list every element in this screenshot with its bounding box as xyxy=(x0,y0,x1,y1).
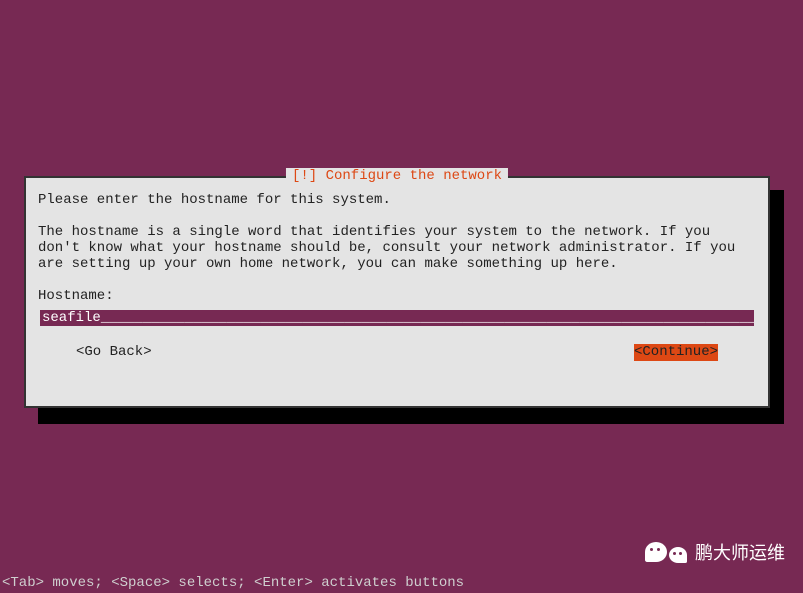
wechat-icon xyxy=(645,541,687,563)
input-fill: ________________________________________… xyxy=(101,310,754,326)
hostname-value: seafile xyxy=(42,310,101,326)
hostname-label: Hostname: xyxy=(38,288,756,304)
go-back-button[interactable]: <Go Back> xyxy=(76,344,152,360)
watermark-text: 鹏大师运维 xyxy=(695,539,785,565)
button-row: <Go Back> <Continue> xyxy=(38,344,756,360)
dialog-content: Please enter the hostname for this syste… xyxy=(26,178,768,371)
dialog-title: [!] Configure the network xyxy=(292,168,502,184)
description-text: The hostname is a single word that ident… xyxy=(38,224,756,272)
configure-network-dialog: [!] Configure the network Please enter t… xyxy=(24,176,770,408)
intro-text: Please enter the hostname for this syste… xyxy=(38,192,756,208)
continue-button[interactable]: <Continue> xyxy=(634,344,718,360)
watermark: 鹏大师运维 xyxy=(645,539,785,565)
hostname-input[interactable]: seafile_________________________________… xyxy=(40,310,754,326)
keyboard-hint: <Tab> moves; <Space> selects; <Enter> ac… xyxy=(2,575,464,591)
dialog-title-wrap: [!] Configure the network xyxy=(286,168,508,184)
